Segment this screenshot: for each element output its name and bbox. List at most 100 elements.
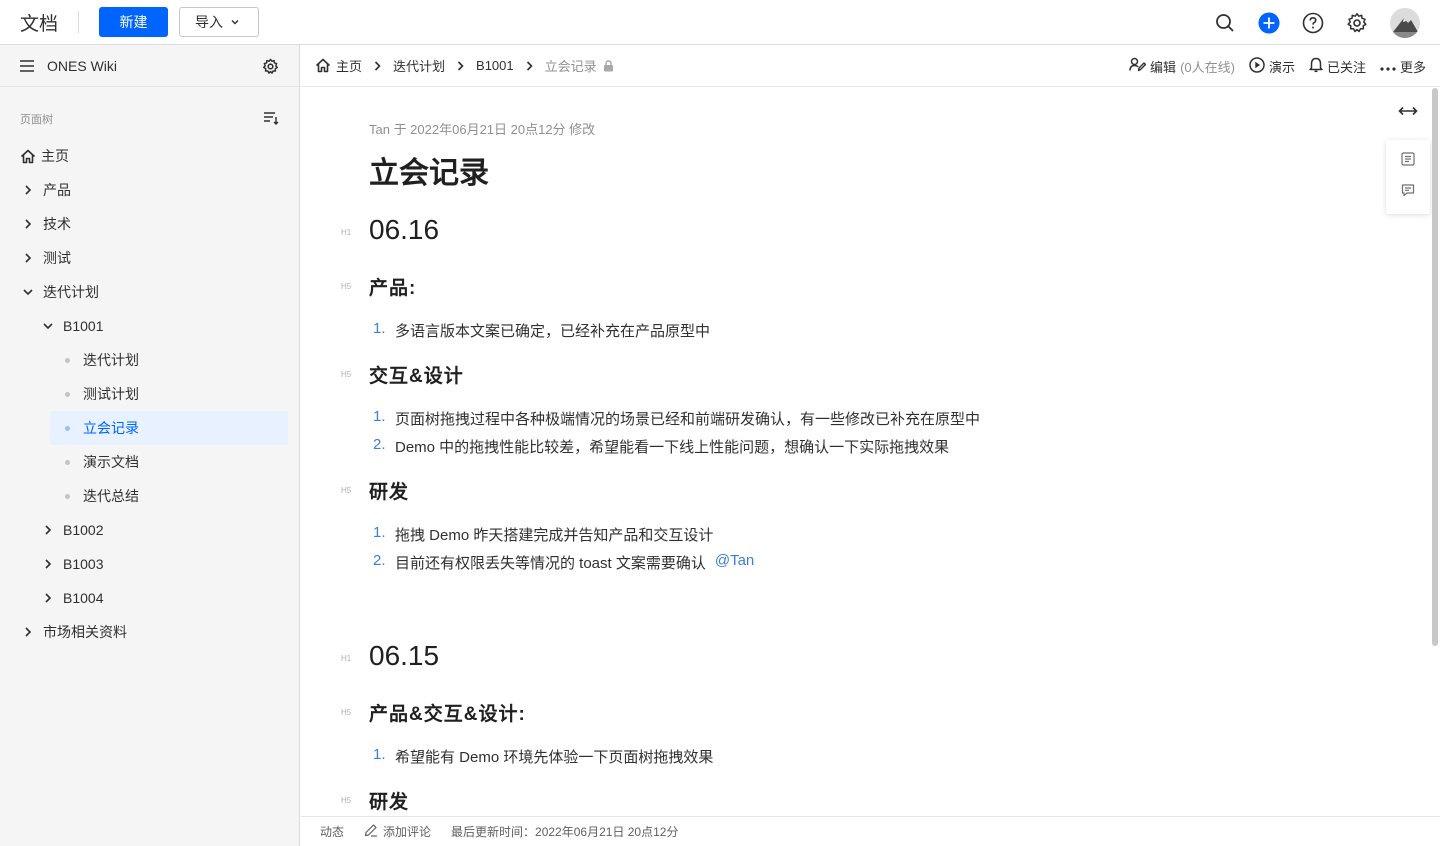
follow-button[interactable]: 已关注 [1309,57,1366,76]
tree-node-product[interactable]: 产品 [0,173,299,207]
follow-label: 已关注 [1326,59,1366,75]
mention-link[interactable]: @Tan [715,552,754,573]
chevron-right-icon [374,60,381,71]
list-text: Demo 中的拖拽性能比较差，希望能看一下线上性能问题，想确认一下实际拖拽效果 [395,439,950,456]
tree-node-label: B1001 [63,318,104,334]
activity-link[interactable]: 动态 [320,823,344,840]
expand-width-icon[interactable] [1398,104,1418,122]
heading-dev: H5 研发 [341,477,410,504]
list-number: 2. [373,552,386,569]
app-title: 文档 [20,13,59,35]
breadcrumb-b1001[interactable]: B1001 [476,58,514,73]
edit-label: 编辑 [1150,59,1177,75]
last-updated: 最后更新时间：2022年06月21日 20点12分 [451,825,679,839]
list-text: 目前还有权限丢失等情况的 toast 文案需要确认 [395,555,706,572]
tree-node-standup[interactable]: 立会记录 [50,411,288,445]
tree-node-label: 市场相关资料 [43,624,127,640]
more-button[interactable]: 更多 [1380,57,1426,76]
chevron-right-icon[interactable] [23,219,33,229]
footer-bar: 动态 添加评论 最后更新时间：2022年06月21日 20点12分 [301,816,1440,846]
list-item: 1. 拖拽 Demo 昨天搭建完成并告知产品和交互设计 [369,524,713,545]
tree-node-b1001[interactable]: B1001 [0,309,299,343]
chevron-right-icon[interactable] [43,559,53,569]
tree-node-label: 演示文档 [83,454,139,470]
document-content: Tan 于 2022年06月21日 20点12分 修改 立会记录 H1 06.1… [301,88,1431,816]
tree-node-summary[interactable]: 迭代总结 [0,479,299,513]
chevron-right-icon[interactable] [23,627,33,637]
wiki-settings-icon[interactable] [262,58,279,80]
breadcrumb-home[interactable]: 主页 [315,56,362,75]
online-count: (0人在线) [1180,59,1235,75]
tree-node-test-plan[interactable]: 测试计划 [0,377,299,411]
tree-node-demo-doc[interactable]: 演示文档 [0,445,299,479]
add-comment-button[interactable]: 添加评论 [364,823,431,840]
settings-icon[interactable] [1346,12,1368,34]
lock-icon[interactable] [603,59,614,72]
dot-icon [65,357,70,363]
outline-icon[interactable] [1401,152,1415,171]
sort-icon[interactable] [263,111,279,130]
tree-node-iteration-plan[interactable]: 迭代计划 [0,343,299,377]
more-icon [1380,59,1396,74]
chevron-right-icon[interactable] [23,185,33,195]
heading-tag: H5 [341,282,352,291]
import-label: 导入 [195,14,224,30]
tree-node-label: 技术 [43,216,71,232]
heading-dev-2: H5 研发 [341,787,410,814]
dot-icon [65,425,70,431]
modified-meta: Tan 于 2022年06月21日 20点12分 修改 [369,122,596,137]
heading-tag: H5 [341,796,352,805]
tree-node-label: 迭代计划 [43,284,99,300]
tree-node-label: 主页 [41,148,69,164]
home-icon [20,149,36,164]
heading-text: 交互&设计 [369,366,464,387]
present-button[interactable]: 演示 [1249,56,1295,76]
tree-node-tech[interactable]: 技术 [0,207,299,241]
breadcrumb-iteration[interactable]: 迭代计划 [393,56,445,75]
dot-icon [65,459,70,465]
more-label: 更多 [1399,59,1426,75]
pencil-icon [364,823,378,840]
new-button[interactable]: 新建 [99,7,169,37]
help-icon[interactable] [1302,12,1324,34]
tree-node-label: B1004 [63,590,104,606]
chevron-down-icon[interactable] [23,287,33,297]
comment-icon[interactable] [1401,183,1415,202]
tree-node-test[interactable]: 测试 [0,241,299,275]
tree-node-label: 迭代计划 [83,352,139,368]
heading-product-design: H5 产品&交互&设计: [341,699,526,726]
chevron-right-icon[interactable] [23,253,33,263]
search-icon[interactable] [1214,12,1236,34]
bell-icon [1309,57,1323,76]
heading-tag: H5 [341,370,352,379]
top-bar: 文档 新建 导入 [0,0,1440,45]
tree-node-iteration[interactable]: 迭代计划 [0,275,299,309]
avatar[interactable] [1390,7,1420,38]
edit-button[interactable]: 编辑 (0人在线) [1129,57,1235,76]
chevron-right-icon[interactable] [43,525,53,535]
heading-text: 研发 [369,792,410,813]
chevron-right-icon [526,60,533,71]
list-number: 1. [373,746,386,763]
heading-text: 06.16 [369,214,440,245]
tree-node-label: 立会记录 [83,420,139,436]
scrollbar[interactable] [1432,88,1438,646]
import-button[interactable]: 导入 [179,7,260,37]
list-text: 页面树拖拽过程中各种极端情况的场景已经和前端研发确认，有一些修改已补充在原型中 [395,411,981,428]
tree-node-home[interactable]: 主页 [0,139,299,173]
list-text: 希望能有 Demo 环境先体验一下页面树拖拽效果 [395,749,714,766]
chevron-right-icon[interactable] [43,593,53,603]
heading-interaction-design: H5 交互&设计 [341,361,464,388]
menu-icon[interactable] [20,59,34,77]
tree-node-b1003[interactable]: B1003 [0,547,299,581]
heading-tag: H5 [341,486,352,495]
list-item: 1. 页面树拖拽过程中各种极端情况的场景已经和前端研发确认，有一些修改已补充在原… [369,408,980,429]
chevron-down-icon[interactable] [43,321,53,331]
divider [78,11,80,33]
tree-node-market[interactable]: 市场相关资料 [0,615,299,649]
heading-text: 研发 [369,482,410,503]
add-icon[interactable] [1258,11,1280,34]
tree-node-b1004[interactable]: B1004 [0,581,299,615]
tree-node-b1002[interactable]: B1002 [0,513,299,547]
page-actions: 编辑 (0人在线) 演示 已关注 更多 [1129,45,1426,87]
